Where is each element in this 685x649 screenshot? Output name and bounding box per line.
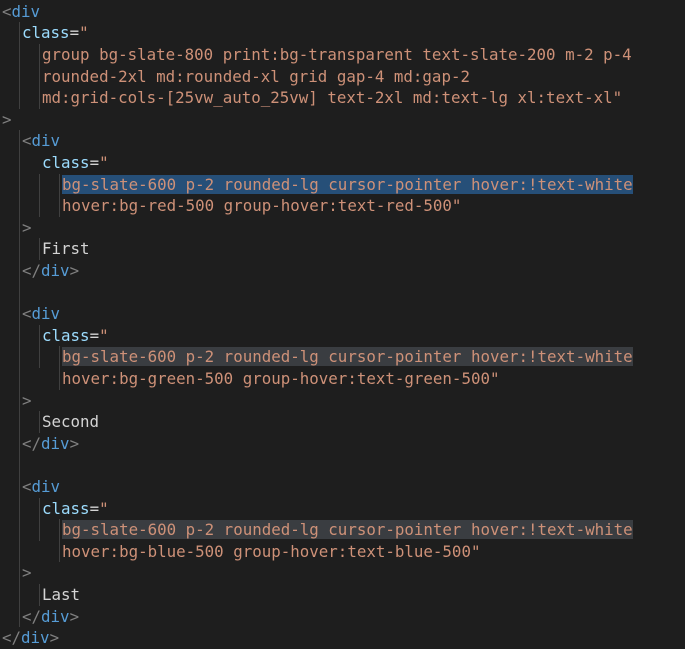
indent-guide bbox=[39, 497, 40, 541]
indent-guide bbox=[39, 238, 40, 260]
code-token: bg-slate-600 p-2 rounded-lg cursor-point… bbox=[62, 520, 633, 540]
indent-guide bbox=[39, 44, 40, 109]
code-token: > bbox=[22, 563, 32, 583]
code-line: class=" bbox=[42, 498, 109, 520]
code-line: class=" bbox=[22, 22, 89, 44]
code-token: class bbox=[42, 153, 90, 172]
code-token: div bbox=[21, 628, 50, 648]
code-token: div bbox=[41, 261, 70, 280]
code-line: hover:bg-green-500 group-hover:text-gree… bbox=[62, 368, 499, 390]
code-editor[interactable]: <div class=" group bg-slate-800 print:bg-t… bbox=[0, 0, 685, 648]
code-token: < bbox=[22, 131, 32, 151]
code-token: = bbox=[89, 325, 100, 345]
indent-guide bbox=[39, 324, 40, 368]
code-token: div bbox=[11, 1, 41, 21]
indent-guide bbox=[19, 130, 20, 628]
code-token: > bbox=[49, 628, 60, 648]
indent-guide bbox=[39, 411, 40, 433]
code-line: bg-slate-600 p-2 rounded-lg cursor-point… bbox=[62, 346, 633, 368]
code-line: Last bbox=[42, 584, 80, 606]
code-line: hover:bg-blue-500 group-hover:text-blue-… bbox=[62, 541, 480, 563]
code-token: class bbox=[22, 23, 70, 43]
code-line: > bbox=[22, 390, 32, 412]
code-token: class bbox=[42, 325, 90, 345]
code-token: </ bbox=[22, 606, 42, 626]
code-line: rounded-2xl md:rounded-xl grid gap-4 md:… bbox=[42, 66, 470, 88]
code-token: bg-slate-600 p-2 rounded-lg cursor-point… bbox=[62, 174, 633, 194]
code-token: > bbox=[22, 390, 32, 410]
code-token: div bbox=[31, 131, 61, 151]
code-line: Second bbox=[42, 411, 99, 433]
code-token: < bbox=[22, 304, 32, 324]
code-token: hover:bg-blue-500 group-hover:text-blue-… bbox=[62, 541, 481, 561]
code-token: < bbox=[22, 477, 32, 496]
indent-guide bbox=[19, 22, 20, 109]
code-line: </div> bbox=[22, 260, 79, 282]
code-token: div bbox=[31, 477, 61, 496]
code-line: bg-slate-600 p-2 rounded-lg cursor-point… bbox=[62, 174, 633, 196]
code-token: = bbox=[89, 498, 100, 518]
code-token: > bbox=[69, 433, 80, 453]
code-token: Second bbox=[42, 412, 100, 432]
code-token: " bbox=[79, 23, 89, 43]
code-token: " bbox=[99, 498, 109, 518]
indent-guide bbox=[59, 173, 60, 217]
code-line: hover:bg-red-500 group-hover:text-red-50… bbox=[62, 195, 461, 217]
indent-guide bbox=[39, 173, 40, 217]
code-token: md:grid-cols-[25vw_auto_25vw] text-2xl m… bbox=[42, 88, 623, 108]
code-line: <div bbox=[22, 130, 60, 152]
code-line: class=" bbox=[42, 152, 109, 174]
code-token: > bbox=[69, 606, 80, 626]
code-token: group bg-slate-800 print:bg-transparent … bbox=[42, 45, 632, 64]
code-line: First bbox=[42, 238, 90, 260]
code-line: > bbox=[2, 109, 12, 131]
code-token: rounded-2xl md:rounded-xl grid gap-4 md:… bbox=[42, 66, 470, 86]
code-token: </ bbox=[22, 261, 42, 280]
code-line: </div> bbox=[2, 627, 59, 649]
code-line: <div bbox=[22, 476, 60, 498]
code-token: hover:bg-red-500 group-hover:text-red-50… bbox=[62, 196, 462, 216]
code-token: > bbox=[2, 109, 12, 129]
code-line: <div bbox=[2, 1, 40, 23]
code-line: md:grid-cols-[25vw_auto_25vw] text-2xl m… bbox=[42, 87, 622, 109]
code-token: Last bbox=[42, 585, 81, 604]
indent-guide bbox=[59, 519, 60, 563]
code-token: = bbox=[89, 153, 100, 172]
code-line: </div> bbox=[22, 606, 79, 628]
code-token: </ bbox=[2, 628, 22, 648]
code-token: div bbox=[41, 433, 70, 453]
code-token: bg-slate-600 p-2 rounded-lg cursor-point… bbox=[62, 347, 633, 367]
code-token: class bbox=[42, 498, 90, 518]
code-token: </ bbox=[22, 433, 42, 453]
code-line: class=" bbox=[42, 325, 109, 347]
code-token: > bbox=[22, 217, 32, 237]
code-token: div bbox=[41, 606, 70, 626]
code-line: </div> bbox=[22, 433, 79, 455]
indent-guide bbox=[59, 346, 60, 390]
code-token: > bbox=[69, 261, 80, 280]
code-line: group bg-slate-800 print:bg-transparent … bbox=[42, 44, 632, 66]
code-line: > bbox=[22, 217, 32, 239]
code-token: div bbox=[31, 304, 61, 324]
code-token: hover:bg-green-500 group-hover:text-gree… bbox=[62, 369, 500, 388]
code-token: = bbox=[69, 23, 80, 43]
code-token: " bbox=[99, 325, 109, 345]
indent-guide bbox=[39, 584, 40, 606]
code-token: " bbox=[99, 153, 109, 172]
code-line: bg-slate-600 p-2 rounded-lg cursor-point… bbox=[62, 519, 633, 541]
code-token: First bbox=[42, 239, 90, 259]
code-line: <div bbox=[22, 303, 60, 325]
code-token: < bbox=[2, 1, 12, 21]
code-line: > bbox=[22, 562, 32, 584]
